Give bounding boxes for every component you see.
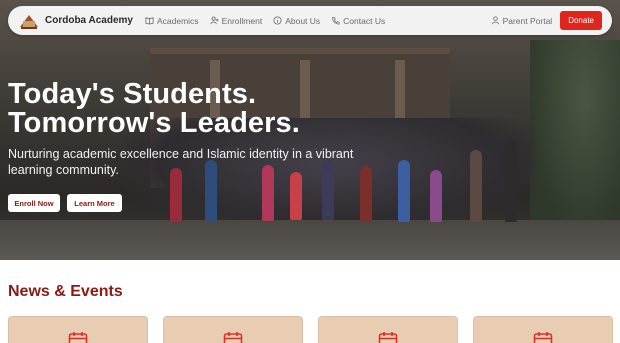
nav-about[interactable]: About Us [273, 16, 320, 26]
calendar-icon [68, 332, 88, 343]
user-plus-icon [210, 16, 219, 25]
event-card[interactable] [163, 316, 303, 343]
parent-portal-link[interactable]: Parent Portal [491, 15, 553, 26]
top-navbar: Cordoba Academy Academics Enrollment Abo… [8, 6, 612, 35]
news-section-title: News & Events [8, 283, 123, 300]
hero-figure [290, 172, 302, 220]
donate-button[interactable]: Donate [560, 11, 602, 30]
brand-name: Cordoba Academy [45, 15, 133, 26]
nav-contact-label: Contact Us [343, 15, 386, 26]
page: Cordoba Academy Academics Enrollment Abo… [0, 0, 620, 343]
calendar-icon [533, 332, 553, 343]
user-icon [491, 16, 499, 25]
hero-figure [470, 150, 482, 222]
hero-title-line1: Today's Students. [8, 78, 257, 110]
nav-academics-label: Academics [156, 15, 199, 26]
hero-title: Today's Students. Tomorrow's Leaders. [8, 80, 368, 138]
nav-enrollment[interactable]: Enrollment [210, 15, 263, 26]
learn-more-button[interactable]: Learn More [67, 194, 122, 212]
hero-figure [430, 170, 442, 222]
calendar-icon [223, 332, 243, 343]
calendar-icon [378, 332, 398, 343]
hero-figure [505, 140, 517, 222]
event-card[interactable] [8, 316, 148, 343]
nav-academics[interactable]: Academics [145, 16, 199, 26]
parent-portal-label: Parent Portal [502, 15, 553, 26]
info-icon [273, 16, 282, 25]
phone-icon [332, 16, 340, 25]
book-icon [145, 17, 154, 25]
hero-ground [0, 220, 620, 260]
hero-trees [530, 40, 620, 240]
brand-logo[interactable]: Cordoba Academy [18, 12, 133, 30]
event-card[interactable] [318, 316, 458, 343]
enroll-now-button[interactable]: Enroll Now [8, 194, 60, 212]
nav-contact[interactable]: Contact Us [331, 16, 385, 26]
hero-title-line2: Tomorrow's Leaders. [8, 107, 300, 139]
nav-about-label: About Us [285, 15, 321, 26]
hero-figure [398, 160, 410, 222]
event-card[interactable] [473, 316, 613, 343]
logo-icon [20, 14, 38, 29]
nav-enrollment-label: Enrollment [221, 15, 263, 26]
hero-subtitle: Nurturing academic excellence and Islami… [8, 147, 354, 177]
